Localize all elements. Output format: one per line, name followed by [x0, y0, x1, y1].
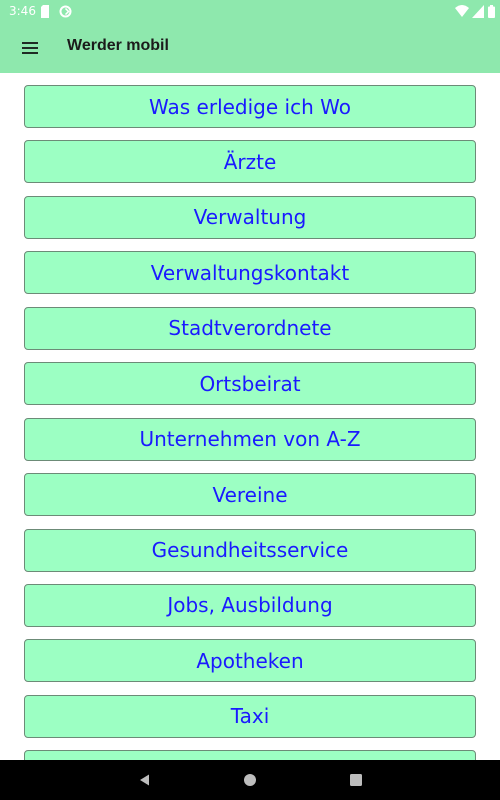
menu-button[interactable]: Was erledige ich Wo: [24, 85, 476, 128]
app-bar: Werder mobil: [0, 24, 500, 73]
status-time: 3:46: [9, 4, 36, 18]
sd-card-icon: [41, 5, 49, 18]
menu-button[interactable]: Jobs, Ausbildung: [24, 583, 476, 627]
wifi-icon: [455, 5, 469, 17]
signal-icon: [472, 5, 484, 18]
hamburger-menu-icon[interactable]: [14, 34, 46, 62]
back-icon[interactable]: [136, 770, 156, 790]
content-scroll-area[interactable]: Was erledige ich Wo Ärzte Verwaltung Verwal…: [0, 73, 500, 760]
menu-button[interactable]: Taxi: [24, 694, 476, 738]
menu-button[interactable]: Apotheken: [24, 639, 476, 683]
status-bar: 3:46: [0, 0, 500, 24]
recents-icon[interactable]: [346, 770, 366, 790]
menu-button[interactable]: Verwaltungskontakt: [24, 251, 476, 295]
system-nav-bar: [0, 760, 500, 800]
menu-button[interactable]: Gesundheitsservice: [24, 528, 476, 572]
menu-button[interactable]: Vereine: [24, 473, 476, 517]
app-title: Werder mobil: [67, 37, 169, 54]
menu-button[interactable]: Ärzte: [24, 140, 476, 184]
battery-icon: [488, 5, 495, 18]
menu-button[interactable]: Verwaltung: [24, 195, 476, 239]
menu-button[interactable]: Ortsbeirat: [24, 362, 476, 406]
home-icon[interactable]: [240, 770, 260, 790]
sync-icon: [59, 5, 72, 18]
menu-button[interactable]: Stadtverordnete: [24, 306, 476, 350]
menu-button[interactable]: Unternehmen von A-Z: [24, 417, 476, 461]
menu-button[interactable]: [24, 750, 476, 760]
menu-list: Was erledige ich Wo Ärzte Verwaltung Verwal…: [24, 85, 476, 760]
app-screen: 3:46 Werder mobil Was erledige ich Wo Ärz…: [0, 0, 500, 800]
